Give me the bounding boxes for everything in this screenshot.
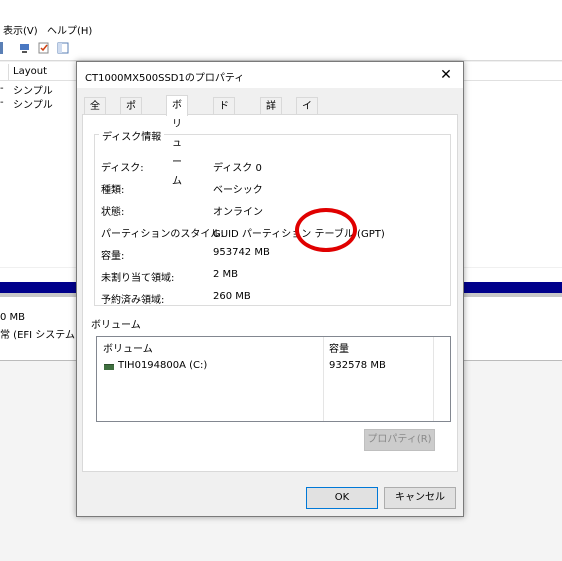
dialog-title: CT1000MX500SSD1のプロパティ	[85, 73, 245, 84]
value-reserved: 260 MB	[213, 291, 251, 302]
menu-help[interactable]: ヘルプ(H)	[47, 22, 92, 37]
row-layout-2[interactable]: シンプル	[13, 96, 53, 111]
value-disk: ディスク 0	[213, 163, 262, 174]
label-partition-style: パーティションのスタイル:	[101, 229, 224, 240]
check-properties-icon[interactable]	[38, 42, 50, 54]
volumes-label: ボリューム	[91, 316, 141, 331]
value-unallocated: 2 MB	[213, 269, 239, 280]
rescan-icon[interactable]	[19, 42, 31, 54]
value-status: オンライン	[213, 207, 263, 218]
volume-name[interactable]: TIH0194800A (C:)	[118, 360, 207, 371]
header-capacity[interactable]: 容量	[329, 340, 349, 355]
help-window-icon[interactable]	[57, 42, 69, 54]
column-layout[interactable]: Layout	[13, 66, 47, 77]
label-unallocated: 未割り当て領域:	[101, 273, 175, 284]
menu-view[interactable]: 表示(V)	[3, 22, 38, 37]
row-bullet-1: -	[0, 83, 4, 94]
label-disk: ディスク:	[101, 163, 144, 174]
column-divider-end	[433, 337, 434, 421]
ok-button[interactable]: OK	[306, 487, 378, 509]
value-capacity: 953742 MB	[213, 247, 270, 258]
tab-details[interactable]: 詳細	[260, 97, 282, 129]
partition-status: 常 (EFI システム パ	[0, 330, 89, 341]
menu-bar: 表示(V) ヘルプ(H)	[0, 0, 562, 38]
drive-icon	[104, 364, 114, 370]
toolbar-partial-icon[interactable]	[0, 42, 7, 54]
close-icon: ✕	[440, 67, 452, 83]
properties-dialog: CT1000MX500SSD1のプロパティ ✕ 全般 ポリシー ボリューム ドラ…	[76, 61, 464, 517]
header-volume[interactable]: ボリューム	[103, 340, 153, 355]
label-type: 種類:	[101, 185, 125, 196]
partition-size: 0 MB	[0, 312, 26, 323]
volumes-tab-page: ディスク情報 ディスク: ディスク 0 種類: ベーシック 状態: オンライン …	[82, 114, 458, 472]
tab-events[interactable]: イベント	[296, 97, 318, 163]
close-button[interactable]: ✕	[429, 62, 463, 88]
properties-button[interactable]: プロパティ(R)	[364, 429, 435, 451]
volume-capacity[interactable]: 932578 MB	[329, 360, 386, 371]
row-layout-1[interactable]: シンプル	[13, 82, 53, 97]
label-reserved: 予約済み領域:	[101, 295, 165, 306]
tab-volumes[interactable]: ボリューム	[166, 95, 188, 187]
label-capacity: 容量:	[101, 251, 125, 262]
dialog-titlebar[interactable]: CT1000MX500SSD1のプロパティ ✕	[77, 62, 463, 88]
column-divider	[323, 337, 324, 421]
tab-general[interactable]: 全般	[84, 97, 106, 129]
row-bullet-2: -	[0, 97, 4, 108]
toolbar	[0, 38, 562, 61]
value-type: ベーシック	[213, 185, 263, 196]
disk-info-label: ディスク情報	[99, 128, 165, 143]
cancel-button[interactable]: キャンセル	[384, 487, 456, 509]
volume-list-header: ボリューム 容量	[97, 337, 450, 355]
tab-driver[interactable]: ドライバー	[213, 97, 235, 180]
annotation-circle	[295, 208, 357, 252]
tab-policies[interactable]: ポリシー	[120, 97, 142, 163]
label-status: 状態:	[101, 207, 125, 218]
volume-listview[interactable]: ボリューム 容量 TIH0194800A (C:) 932578 MB	[96, 336, 451, 422]
